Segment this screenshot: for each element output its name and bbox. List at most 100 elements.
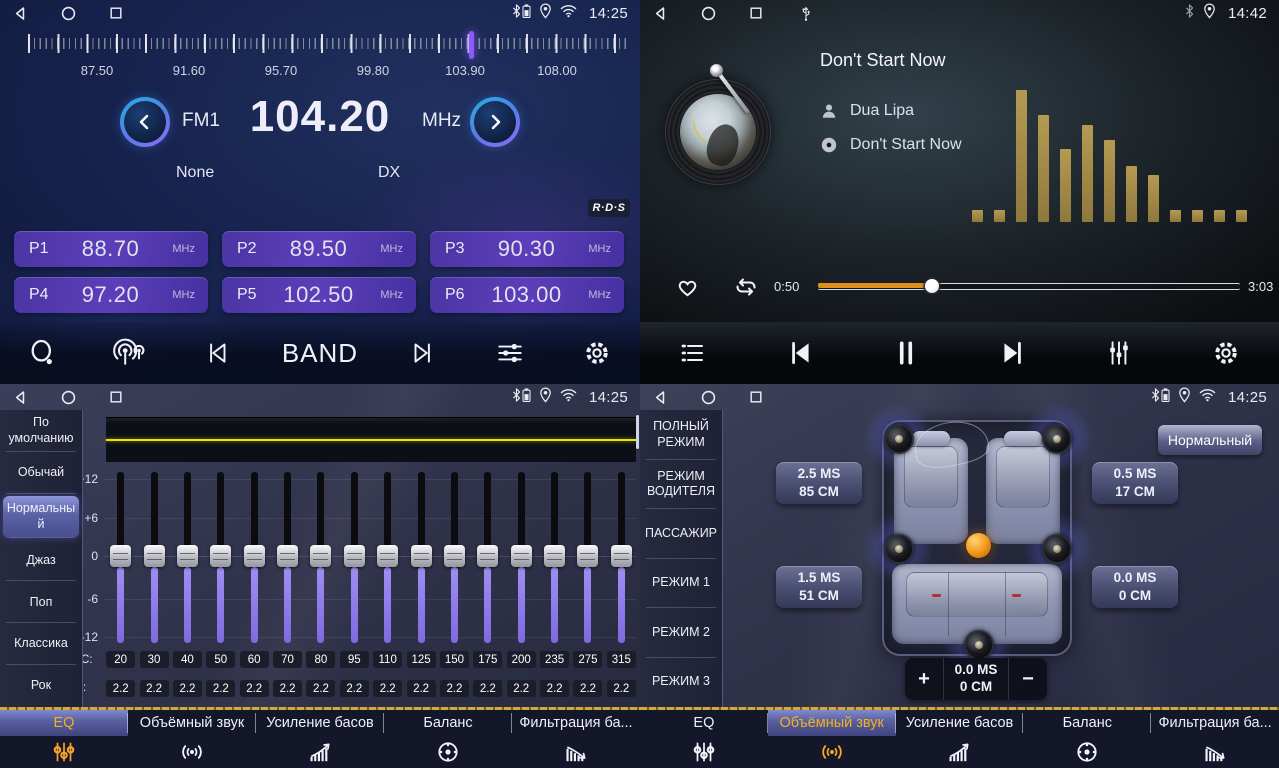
- band-slider-handle[interactable]: [544, 545, 565, 567]
- previous-station-icon[interactable]: [195, 331, 239, 375]
- surround-icon[interactable]: [768, 736, 896, 768]
- band-slider-handle[interactable]: [210, 545, 231, 567]
- band-fc-value[interactable]: 80: [306, 651, 335, 668]
- tab-surround-sound[interactable]: Объёмный звук: [128, 710, 256, 736]
- favorite-heart-icon[interactable]: [674, 273, 701, 305]
- preset-button-p4[interactable]: P497.20MHz: [14, 277, 208, 313]
- band-slider-track[interactable]: [551, 472, 558, 643]
- playlist-icon[interactable]: [671, 331, 715, 375]
- listening-mode-item-2[interactable]: РЕЖИМ ВОДИТЕЛЯ: [640, 460, 722, 510]
- band-fc-value[interactable]: 40: [173, 651, 202, 668]
- band-slider-track[interactable]: [117, 472, 124, 643]
- front-left-speaker-icon[interactable]: [884, 424, 914, 454]
- band-slider-track[interactable]: [584, 472, 591, 643]
- band-slider-handle[interactable]: [110, 545, 131, 567]
- nav-home-icon[interactable]: [60, 389, 77, 406]
- nav-home-icon[interactable]: [700, 5, 717, 22]
- filter-icon[interactable]: [512, 736, 640, 768]
- pause-icon[interactable]: [884, 331, 928, 375]
- next-station-icon[interactable]: [401, 331, 445, 375]
- rear-left-speaker-icon[interactable]: [884, 534, 914, 564]
- listening-mode-item-6[interactable]: РЕЖИМ 3: [640, 658, 722, 708]
- band-slider-handle[interactable]: [177, 545, 198, 567]
- balance-icon[interactable]: [384, 736, 512, 768]
- seek-down-button[interactable]: [120, 97, 170, 147]
- eq-preset-item-6[interactable]: Классика: [0, 623, 82, 665]
- front-left-delay-button[interactable]: 2.5 MS 85 CM: [776, 462, 862, 504]
- listening-mode-item-4[interactable]: РЕЖИМ 1: [640, 559, 722, 609]
- band-fc-value[interactable]: 20: [106, 651, 135, 668]
- eq-preset-item-7[interactable]: Рок: [0, 665, 82, 707]
- band-slider-handle[interactable]: [411, 545, 432, 567]
- band-slider-track[interactable]: [151, 472, 158, 643]
- car-cabin-panel[interactable]: [882, 420, 1072, 656]
- tab-surround-sound[interactable]: Объёмный звук: [768, 710, 896, 736]
- listening-mode-item-5[interactable]: РЕЖИМ 2: [640, 608, 722, 658]
- band-slider-handle[interactable]: [577, 545, 598, 567]
- eq-preset-item-4[interactable]: Джаз: [0, 540, 82, 582]
- bass-boost-icon[interactable]: [896, 736, 1024, 768]
- band-fc-value[interactable]: 125: [407, 651, 436, 668]
- album-art-vinyl[interactable]: [665, 79, 771, 185]
- preset-button-p5[interactable]: P5102.50MHz: [222, 277, 416, 313]
- rear-left-delay-button[interactable]: 1.5 MS 51 CM: [776, 566, 862, 608]
- band-q-value[interactable]: 2.2: [273, 680, 302, 697]
- band-q-value[interactable]: 2.2: [240, 680, 269, 697]
- band-q-value[interactable]: 2.2: [173, 680, 202, 697]
- progress-knob[interactable]: [925, 279, 939, 293]
- eq-icon[interactable]: [0, 736, 128, 768]
- nav-recents-icon[interactable]: [748, 389, 764, 405]
- band-q-value[interactable]: 2.2: [540, 680, 569, 697]
- preset-button-p6[interactable]: P6103.00MHz: [430, 277, 624, 313]
- band-slider-track[interactable]: [384, 472, 391, 643]
- band-slider-track[interactable]: [418, 472, 425, 643]
- band-fc-value[interactable]: 95: [340, 651, 369, 668]
- nav-home-icon[interactable]: [700, 389, 717, 406]
- band-slider-track[interactable]: [251, 472, 258, 643]
- band-slider-handle[interactable]: [310, 545, 331, 567]
- settings-gear-icon[interactable]: [1204, 331, 1248, 375]
- nav-recents-icon[interactable]: [108, 5, 124, 21]
- band-fc-value[interactable]: 110: [373, 651, 402, 668]
- previous-track-icon[interactable]: [778, 331, 822, 375]
- repeat-icon[interactable]: [732, 273, 760, 306]
- band-fc-value[interactable]: 175: [473, 651, 502, 668]
- nav-back-icon[interactable]: [12, 389, 29, 406]
- band-fc-value[interactable]: 50: [206, 651, 235, 668]
- band-slider-handle[interactable]: [144, 545, 165, 567]
- frequency-ruler[interactable]: [28, 34, 628, 60]
- next-track-icon[interactable]: [991, 331, 1035, 375]
- band-button[interactable]: BAND: [282, 338, 358, 369]
- band-slider-track[interactable]: [518, 472, 525, 643]
- tab-crossover-filter[interactable]: Фильтрация ба...: [512, 710, 640, 736]
- tab-crossover-filter[interactable]: Фильтрация ба...: [1151, 710, 1279, 736]
- listening-mode-item-1[interactable]: ПОЛНЫЙ РЕЖИМ: [640, 410, 722, 460]
- band-slider-track[interactable]: [317, 472, 324, 643]
- nav-back-icon[interactable]: [652, 5, 669, 22]
- band-fc-value[interactable]: 30: [140, 651, 169, 668]
- seek-up-button[interactable]: [470, 97, 520, 147]
- surround-icon[interactable]: [128, 736, 256, 768]
- rear-right-speaker-icon[interactable]: [1042, 534, 1072, 564]
- nav-back-icon[interactable]: [12, 5, 29, 22]
- search-icon[interactable]: [21, 331, 65, 375]
- band-q-value[interactable]: 2.2: [507, 680, 536, 697]
- band-slider-handle[interactable]: [277, 545, 298, 567]
- nav-recents-icon[interactable]: [748, 5, 764, 21]
- tab-balance[interactable]: Баланс: [1023, 710, 1151, 736]
- bass-boost-icon[interactable]: [256, 736, 384, 768]
- tab-bass-boost[interactable]: Усиление басов: [256, 710, 384, 736]
- band-slider-track[interactable]: [484, 472, 491, 643]
- scrollbar[interactable]: [636, 415, 639, 449]
- progress-bar[interactable]: [818, 283, 1240, 290]
- rear-right-delay-button[interactable]: 0.0 MS 0 CM: [1092, 566, 1178, 608]
- tab-eq[interactable]: EQ: [640, 710, 768, 736]
- listening-mode-item-3[interactable]: ПАССАЖИР: [640, 509, 722, 559]
- band-slider-track[interactable]: [284, 472, 291, 643]
- band-fc-value[interactable]: 200: [507, 651, 536, 668]
- band-fc-value[interactable]: 150: [440, 651, 469, 668]
- preset-button-p1[interactable]: P188.70MHz: [14, 231, 208, 267]
- band-q-value[interactable]: 2.2: [206, 680, 235, 697]
- tab-balance[interactable]: Баланс: [384, 710, 512, 736]
- tuner-indicator[interactable]: [469, 31, 474, 59]
